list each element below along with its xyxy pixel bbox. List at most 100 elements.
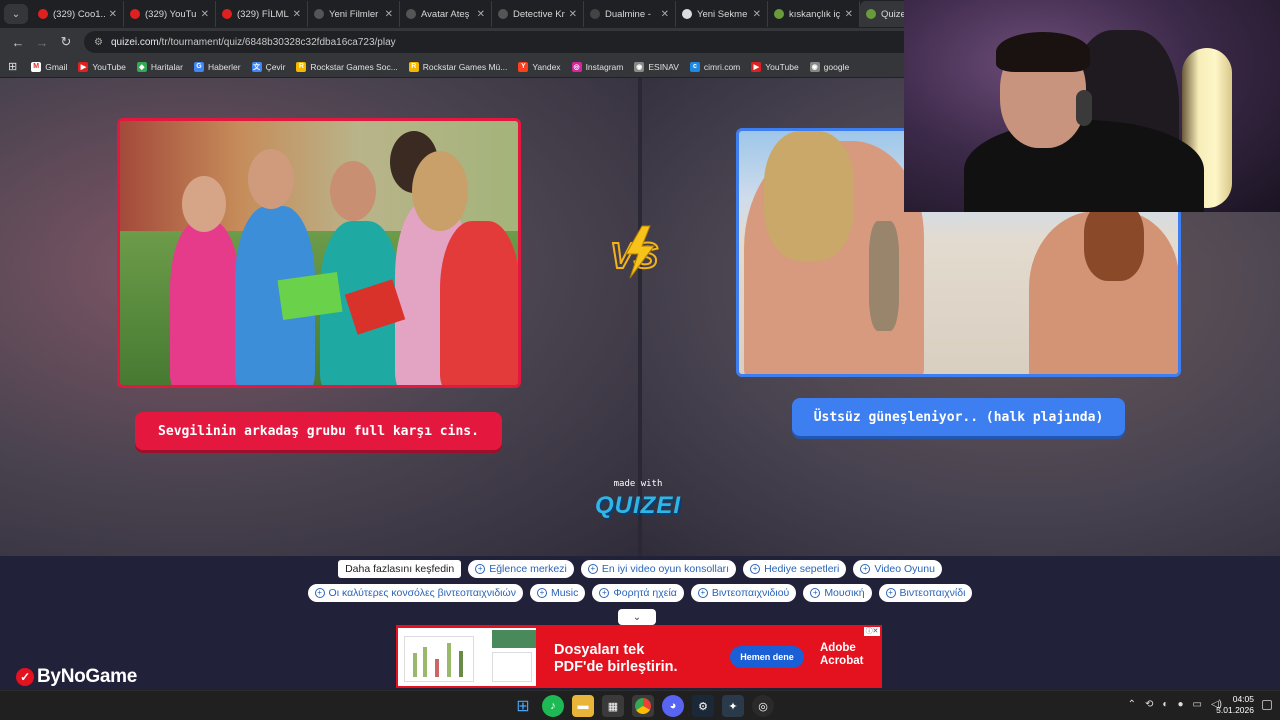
tab-close-icon[interactable]: ✕	[293, 9, 301, 20]
tray-sync-icon[interactable]: ⟲	[1145, 699, 1153, 710]
tray-overflow-icon[interactable]: ⌃	[1128, 699, 1136, 710]
ad-close-icon[interactable]: ⓘ✕	[864, 627, 880, 636]
discord-icon[interactable]: ◕	[662, 695, 684, 717]
browser-tab[interactable]: Yeni Filmler ✕	[308, 1, 400, 27]
quizei-logo[interactable]: QUIZEI	[592, 492, 684, 520]
bookmark-item[interactable]: G Haberler	[193, 61, 241, 72]
discover-chip[interactable]: + En iyi video oyun konsolları	[580, 560, 737, 578]
tab-close-icon[interactable]: ✕	[109, 9, 117, 20]
bookmark-item[interactable]: Y Yandex	[518, 61, 561, 72]
apps-icon[interactable]: ⊞	[8, 60, 17, 73]
bookmark-item[interactable]: ◉ ESINAV	[634, 61, 679, 72]
discover-chip[interactable]: + Eğlence merkezi	[468, 560, 574, 578]
bookmark-item[interactable]: ▶ YouTube	[751, 61, 799, 72]
reload-icon[interactable]: ↻	[54, 30, 78, 54]
browser-tab[interactable]: Yeni Sekme ✕	[676, 1, 768, 27]
chip-label: Βιντεοπαιχνίδι	[899, 587, 966, 599]
taskbar-clock[interactable]: 04:05 5.01.2026	[1216, 694, 1254, 716]
bookmark-label: Rockstar Games Soc...	[310, 61, 398, 72]
browser-tab[interactable]: kıskançlık iç ✕	[768, 1, 860, 27]
bookmark-item[interactable]: ◉ google	[809, 61, 849, 72]
person-figure	[330, 161, 376, 221]
tab-close-icon[interactable]: ✕	[477, 9, 485, 20]
browser-tab[interactable]: (329) FİLMLE ✕	[216, 1, 308, 27]
discover-chip[interactable]: + Φορητά ηχεία	[592, 584, 684, 602]
forward-icon[interactable]: →	[30, 30, 54, 54]
right-option-label[interactable]: Üstsüz güneşleniyor.. (halk plajında)	[792, 398, 1125, 436]
clock-time: 04:05	[1232, 694, 1254, 704]
browser-tab[interactable]: Dualmine - ✕	[584, 1, 676, 27]
chip-row-2: + Οι καλύτερες κονσόλες βιντεοπαιχνιδιών +…	[0, 584, 1280, 602]
ad-cta-button[interactable]: Hemen dene	[730, 646, 804, 668]
tab-close-icon[interactable]: ✕	[385, 9, 393, 20]
app-icon[interactable]: ◎	[752, 695, 774, 717]
tab-close-icon[interactable]: ✕	[569, 9, 577, 20]
tab-favicon-icon	[774, 9, 784, 19]
tab-title: Yeni Filmler	[329, 8, 379, 20]
tab-close-icon[interactable]: ✕	[201, 9, 209, 20]
plus-icon: +	[860, 564, 871, 574]
streamer-hair	[996, 32, 1090, 72]
rockstar-icon: R	[296, 61, 307, 72]
discover-chip[interactable]: + Music	[529, 584, 586, 602]
ad-chart-bar	[459, 651, 463, 677]
battlenet-icon[interactable]: ✦	[722, 695, 744, 717]
discover-chip[interactable]: + Μουσική	[803, 584, 872, 602]
adobe-ad-banner[interactable]: Dosyaları tek PDF'de birleştirin. Hemen d…	[396, 625, 882, 688]
bookmark-item[interactable]: R Rockstar Games Soc...	[296, 61, 398, 72]
tray-display-icon[interactable]: ▭	[1193, 699, 1202, 710]
tab-title: (329) Coo1...	[53, 8, 105, 20]
screen: ⌄ (329) Coo1... ✕ (329) YouTub ✕ (329) FİLML…	[0, 0, 1280, 720]
translate-icon: 文	[251, 61, 262, 72]
notification-icon[interactable]	[1262, 700, 1272, 710]
tattoo	[869, 221, 899, 331]
tab-favicon-icon	[590, 9, 600, 19]
left-option-image[interactable]	[117, 118, 521, 388]
steam-icon[interactable]: ⚙	[692, 695, 714, 717]
file-explorer-icon[interactable]: ▬	[572, 695, 594, 717]
tray-mic-icon[interactable]: ●	[1177, 699, 1183, 710]
tab-search-icon[interactable]: ⌄	[4, 4, 28, 24]
plus-icon: +	[587, 564, 598, 574]
person-figure	[412, 151, 468, 231]
tab-favicon-icon	[38, 9, 48, 19]
ad-chart-bar	[423, 647, 427, 677]
bookmark-item[interactable]: R Rockstar Games Mü...	[408, 61, 507, 72]
tab-close-icon[interactable]: ✕	[661, 9, 669, 20]
bookmark-item[interactable]: ▶ YouTube	[78, 61, 126, 72]
left-option-label[interactable]: Sevgilinin arkadaş grubu full karşı cins…	[135, 412, 502, 450]
browser-tab[interactable]: (329) YouTub ✕	[124, 1, 216, 27]
discover-chip[interactable]: + Οι καλύτερες κονσόλες βιντεοπαιχνιδιών	[307, 584, 523, 602]
discover-chip[interactable]: + Βιντεοπαιχνιδιού	[690, 584, 797, 602]
hair	[764, 131, 854, 261]
bynogame-text: ByNoGame	[37, 666, 138, 687]
discover-chip[interactable]: + Video Oyunu	[853, 560, 942, 578]
site-info-icon[interactable]: ⚙	[94, 37, 103, 48]
tab-title: kıskançlık iç	[789, 8, 841, 20]
ad-chart-bar	[435, 659, 439, 677]
bookmark-item[interactable]: c cimri.com	[689, 61, 740, 72]
tab-close-icon[interactable]: ✕	[845, 9, 853, 20]
bookmark-item[interactable]: ◆ Haritalar	[136, 61, 183, 72]
ad-headline-1: Dosyaları tek	[554, 642, 645, 658]
browser-tab[interactable]: Avatar Ateş ✕	[400, 1, 492, 27]
store-icon[interactable]: ▦	[602, 695, 624, 717]
windows-start-icon[interactable]: ⊞	[512, 695, 534, 717]
discover-chip[interactable]: + Hediye sepetleri	[743, 560, 847, 578]
address-bar[interactable]: ⚙ quizei.com/tr/tournament/quiz/6848b303…	[84, 31, 944, 53]
bookmark-item[interactable]: M Gmail	[31, 61, 67, 72]
discover-label: Daha fazlasını keşfedin	[338, 560, 462, 578]
chrome-icon[interactable]	[632, 695, 654, 717]
browser-tab[interactable]: (329) Coo1... ✕	[32, 1, 124, 27]
browser-tab[interactable]: Detective Kn ✕	[492, 1, 584, 27]
back-icon[interactable]: ←	[6, 30, 30, 54]
tray-steam-icon[interactable]: ◐	[1162, 699, 1168, 710]
bookmark-item[interactable]: 文 Çevir	[251, 61, 285, 72]
expand-chevron-icon[interactable]: ⌄	[618, 609, 656, 625]
youtube-icon: ▶	[78, 61, 89, 72]
spotify-icon[interactable]: ♪	[542, 695, 564, 717]
bookmark-item[interactable]: ◎ Instagram	[571, 61, 623, 72]
youtube-icon: ▶	[751, 61, 762, 72]
tab-close-icon[interactable]: ✕	[753, 9, 761, 20]
discover-chip[interactable]: + Βιντεοπαιχνίδι	[878, 584, 973, 602]
